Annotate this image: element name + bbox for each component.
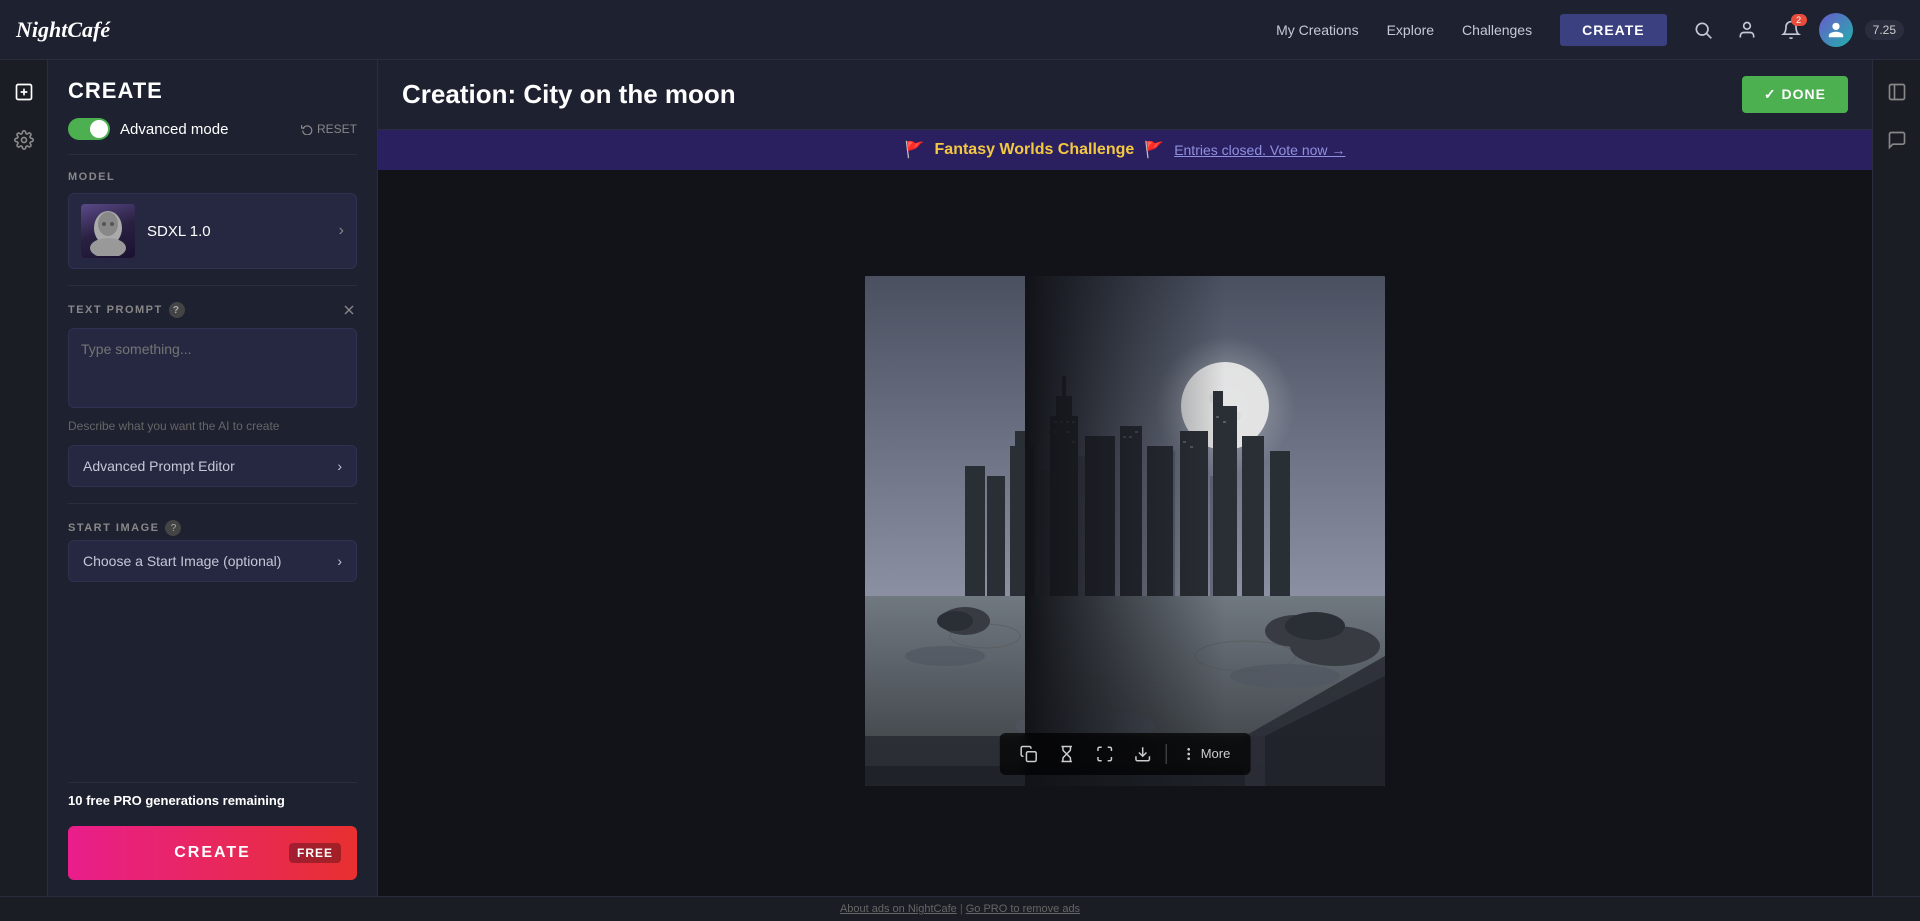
toolbar-divider <box>1166 744 1167 764</box>
reset-icon <box>301 123 313 135</box>
challenge-emoji-left: 🚩 <box>905 140 925 160</box>
copy-icon <box>1020 745 1038 763</box>
challenge-entries-link[interactable]: Entries closed. Vote now → <box>1174 142 1345 158</box>
panel-header: CREATE <box>48 60 377 114</box>
start-image-help-icon[interactable]: ? <box>165 520 181 536</box>
nav-links: My Creations Explore Challenges <box>1276 22 1532 38</box>
user-icon-button[interactable] <box>1731 14 1763 46</box>
fullscreen-button[interactable] <box>1088 741 1122 767</box>
advanced-mode-toggle[interactable] <box>68 118 110 140</box>
advanced-mode-label: Advanced mode <box>120 121 291 138</box>
advanced-prompt-editor-button[interactable]: Advanced Prompt Editor › <box>68 445 357 487</box>
page-title: Creation: City on the moon <box>402 79 736 110</box>
image-overlay-right <box>1672 170 1872 896</box>
person-icon <box>1737 20 1757 40</box>
spacer <box>48 598 377 782</box>
model-thumbnail <box>81 204 135 258</box>
gear-icon <box>14 130 34 150</box>
image-toolbar: More <box>1000 733 1251 775</box>
nav-explore[interactable]: Explore <box>1387 22 1434 38</box>
city-moon-image <box>865 276 1385 786</box>
start-image-chevron-icon: › <box>337 553 342 569</box>
bottom-separator: | <box>960 903 963 915</box>
download-button[interactable] <box>1126 741 1160 767</box>
advanced-mode-row: Advanced mode RESET <box>48 114 377 154</box>
timer-button[interactable] <box>1050 741 1084 767</box>
content-header: Creation: City on the moon ✓ DONE <box>378 60 1872 130</box>
pro-remaining-count: 10 <box>68 793 82 808</box>
free-badge: FREE <box>289 843 341 863</box>
download-icon <box>1134 745 1152 763</box>
model-image <box>81 204 135 258</box>
model-section-label: MODEL <box>48 155 377 193</box>
sidebar-settings-icon[interactable] <box>8 124 40 156</box>
pro-remaining-info: 10 free PRO generations remaining <box>48 783 377 818</box>
left-panel: CREATE Advanced mode RESET MODEL <box>48 60 378 896</box>
done-button[interactable]: ✓ DONE <box>1742 76 1848 113</box>
go-pro-link[interactable]: Go PRO to remove ads <box>966 903 1080 915</box>
sidebar-chat-button[interactable] <box>1881 124 1913 156</box>
start-image-section-label: START IMAGE <box>68 522 159 534</box>
text-prompt-help-icon[interactable]: ? <box>169 302 185 318</box>
sidebar-create-icon[interactable] <box>8 76 40 108</box>
nav-challenges[interactable]: Challenges <box>1462 22 1532 38</box>
model-chevron-icon: › <box>339 222 344 240</box>
prompt-hint: Describe what you want the AI to create <box>68 419 357 433</box>
avatar-icon <box>1827 21 1845 39</box>
create-free-button[interactable]: CREATE FREE <box>68 826 357 880</box>
chat-icon <box>1887 130 1907 150</box>
start-image-button[interactable]: Choose a Start Image (optional) › <box>68 540 357 582</box>
text-prompt-label: TEXT PROMPT ? <box>68 302 185 318</box>
text-prompt-area: Describe what you want the AI to create … <box>68 328 357 503</box>
challenge-emoji-right: 🚩 <box>1144 140 1164 160</box>
icon-sidebar <box>0 60 48 896</box>
more-button[interactable]: More <box>1173 742 1239 766</box>
x-icon <box>341 302 357 318</box>
user-avatar[interactable] <box>1819 13 1853 47</box>
app-logo: NightCafé <box>16 17 110 43</box>
start-image-label-row: START IMAGE ? <box>68 520 181 536</box>
text-prompt-header: TEXT PROMPT ? <box>48 286 377 328</box>
model-selector[interactable]: SDXL 1.0 › <box>68 193 357 269</box>
main-layout: CREATE Advanced mode RESET MODEL <box>0 60 1920 896</box>
pro-remaining-text: free PRO generations remaining <box>86 793 285 808</box>
more-label: More <box>1201 746 1231 761</box>
copy-button[interactable] <box>1012 741 1046 767</box>
advanced-prompt-chevron-icon: › <box>337 458 342 474</box>
model-face-svg <box>88 206 128 256</box>
credits-display: 7.25 <box>1865 20 1904 40</box>
create-icon <box>14 82 34 102</box>
sidebar-expand-button[interactable] <box>1881 76 1913 108</box>
nav-my-creations[interactable]: My Creations <box>1276 22 1358 38</box>
search-button[interactable] <box>1687 14 1719 46</box>
content-area: Creation: City on the moon ✓ DONE 🚩 Fant… <box>378 60 1872 896</box>
expand-icon <box>1096 745 1114 763</box>
model-name: SDXL 1.0 <box>147 223 327 240</box>
start-image-header: START IMAGE ? <box>48 504 377 540</box>
top-navigation: NightCafé My Creations Explore Challenge… <box>0 0 1920 60</box>
prompt-input[interactable] <box>68 328 357 408</box>
bottom-bar: About ads on NightCafe | Go PRO to remov… <box>0 896 1920 921</box>
hourglass-icon <box>1058 745 1076 763</box>
search-icon <box>1693 20 1713 40</box>
notifications-button[interactable]: 2 <box>1775 14 1807 46</box>
expand-panel-icon <box>1887 82 1907 102</box>
more-dots-icon <box>1181 746 1197 762</box>
text-prompt-clear-button[interactable] <box>341 302 357 318</box>
about-ads-link[interactable]: About ads on NightCafe <box>840 903 957 915</box>
reset-label: RESET <box>317 122 357 136</box>
topnav-create-button[interactable]: CREATE <box>1560 14 1667 46</box>
reset-button[interactable]: RESET <box>301 122 357 136</box>
challenge-name[interactable]: Fantasy Worlds Challenge <box>935 141 1135 159</box>
notification-badge: 2 <box>1791 14 1807 26</box>
right-sidebar <box>1872 60 1920 896</box>
challenge-banner: 🚩 Fantasy Worlds Challenge 🚩 Entries clo… <box>378 130 1872 170</box>
image-container: More <box>865 276 1385 791</box>
image-viewport: More <box>378 170 1872 896</box>
